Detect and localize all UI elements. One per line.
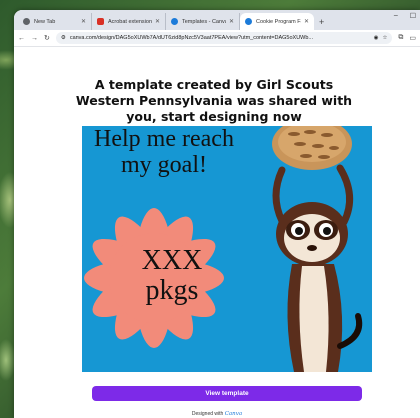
acrobat-icon <box>97 18 104 25</box>
close-icon[interactable]: ✕ <box>155 18 160 25</box>
maximize-button[interactable]: ☐ <box>410 12 416 20</box>
browser-window: New Tab ✕ Acrobat extension Upda ✕ Templ… <box>14 10 420 418</box>
site-settings-icon[interactable]: ⚙ <box>61 35 66 41</box>
window-controls: – ☐ <box>394 12 416 20</box>
page-content: A template created by Girl Scouts Wester… <box>14 47 420 418</box>
sidepanel-icon[interactable]: ▭ <box>409 34 416 42</box>
back-icon[interactable]: ← <box>18 35 25 42</box>
ferret-image <box>272 164 363 372</box>
designed-with-label: Designed with <box>191 411 224 417</box>
close-icon[interactable]: ✕ <box>304 18 309 25</box>
tab-title: Templates - Canva <box>182 18 226 25</box>
tab-title: New Tab <box>34 18 56 25</box>
tab-new-tab[interactable]: New Tab ✕ <box>18 13 92 30</box>
close-icon[interactable]: ✕ <box>229 18 234 25</box>
lens-icon[interactable]: ◉ <box>374 35 379 41</box>
tab-title: Cookie Program Family <box>256 18 301 25</box>
bookmark-star-icon[interactable]: ☆ <box>382 35 387 41</box>
tab-templates-canva[interactable]: Templates - Canva ✕ <box>166 13 240 30</box>
page-headline: A template created by Girl Scouts Wester… <box>75 77 353 124</box>
design-goal-text: XXX pkgs <box>141 245 203 306</box>
chrome-icon <box>23 18 30 25</box>
canva-logo[interactable]: Canva <box>225 411 242 417</box>
tab-title: Acrobat extension Upda <box>108 18 152 25</box>
tab-acrobat[interactable]: Acrobat extension Upda ✕ <box>92 13 166 30</box>
design-headline: Help me reach my goal! <box>94 126 234 178</box>
extensions-icon[interactable]: ⧉ <box>398 34 403 42</box>
browser-toolbar: ← → ↻ ⚙ canva.com/design/DAG5oXUWb7A/dUT… <box>14 30 420 47</box>
forward-icon[interactable]: → <box>31 35 38 42</box>
view-template-button[interactable]: View template <box>92 386 362 401</box>
canva-icon <box>171 18 178 25</box>
reload-icon[interactable]: ↻ <box>44 34 50 42</box>
canva-icon <box>245 18 252 25</box>
url-text: canva.com/design/DAG5oXUWb7A/dUT6zid8pNz… <box>69 35 313 41</box>
minimize-button[interactable]: – <box>394 12 398 20</box>
address-bar[interactable]: ⚙ canva.com/design/DAG5oXUWb7A/dUT6zid8p… <box>55 32 393 44</box>
tab-strip: New Tab ✕ Acrobat extension Upda ✕ Templ… <box>14 10 420 30</box>
close-icon[interactable]: ✕ <box>81 18 86 25</box>
designed-with-footer: Designed with Canva <box>14 411 420 417</box>
tab-cookie-program[interactable]: Cookie Program Family ✕ <box>240 13 314 30</box>
new-tab-button[interactable]: + <box>319 17 324 27</box>
design-preview[interactable]: Help me reach my goal! XXX pkgs <box>82 126 372 372</box>
cookie-image <box>272 126 352 170</box>
